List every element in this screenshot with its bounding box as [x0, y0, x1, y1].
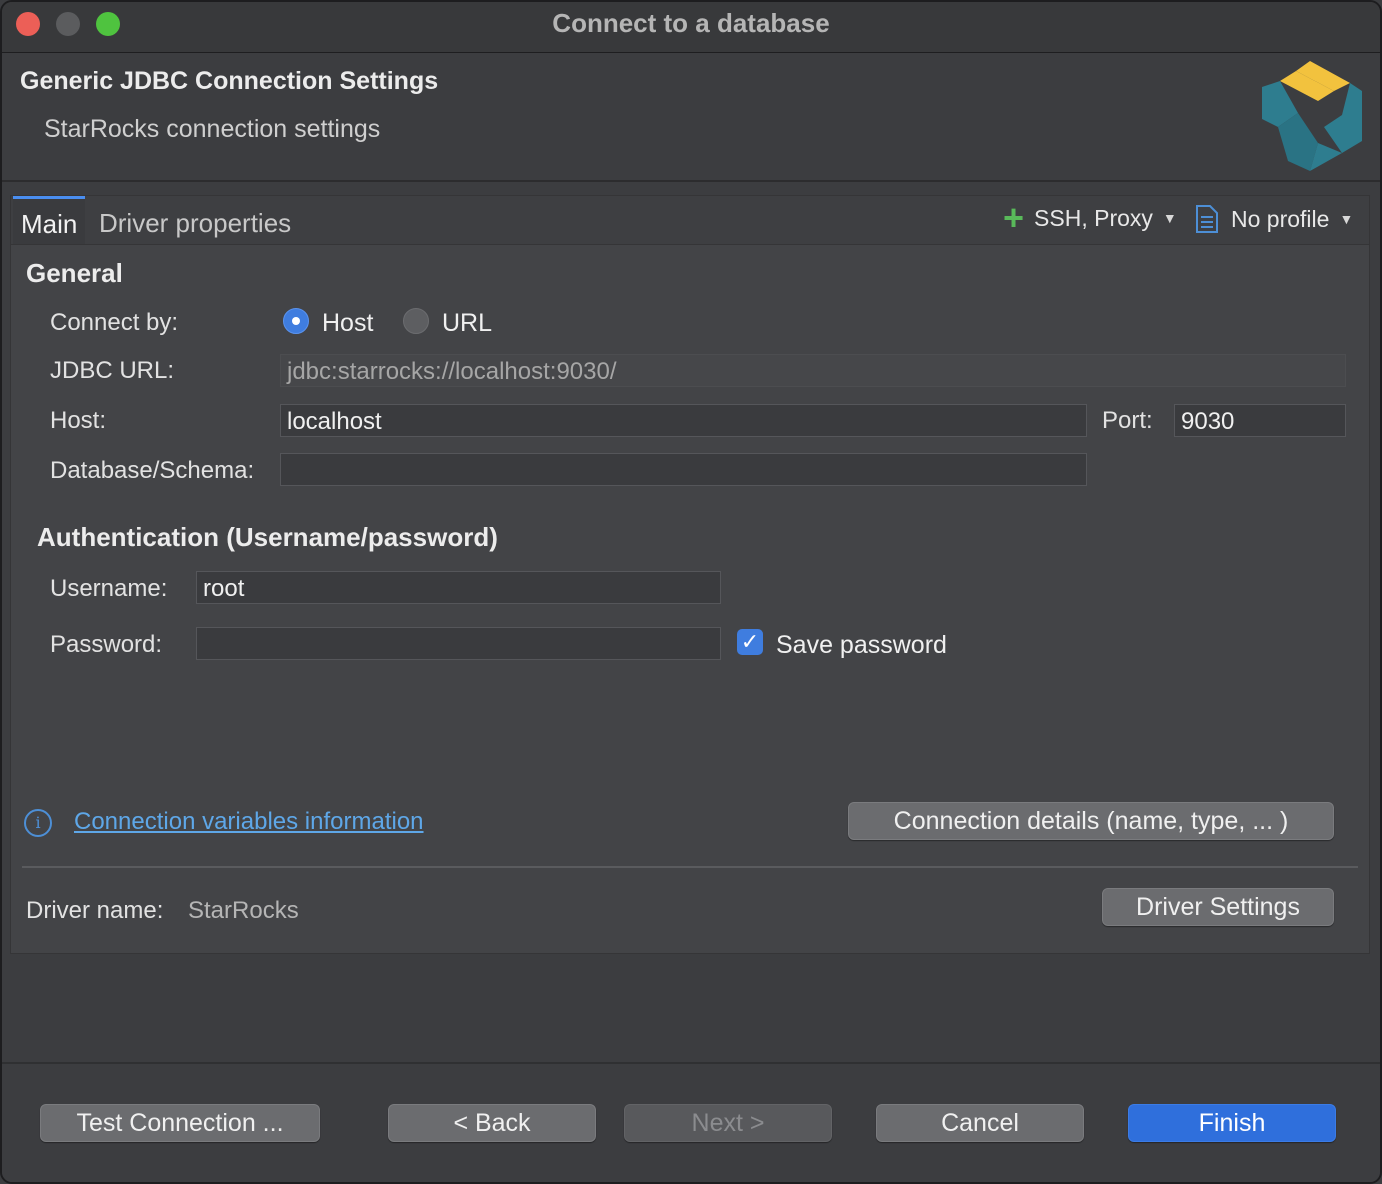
connect-dialog: Connect to a database Generic JDBC Conne… [0, 0, 1382, 1184]
jdbc-url-field[interactable]: jdbc:starrocks://localhost:9030/ [280, 354, 1346, 387]
port-label: Port: [1102, 407, 1153, 434]
driver-name-label: Driver name: [26, 897, 164, 924]
window-title: Connect to a database [552, 8, 830, 38]
dialog-header: Generic JDBC Connection Settings StarRoc… [2, 53, 1380, 182]
connection-details-button[interactable]: Connection details (name, type, ... ) [848, 802, 1334, 840]
password-label: Password: [50, 631, 163, 658]
save-password-checkbox[interactable]: ✓ [737, 629, 763, 655]
dialog-footer: Test Connection ... < Back Next > Cancel… [2, 1062, 1380, 1182]
cancel-button[interactable]: Cancel [876, 1104, 1084, 1142]
connect-by-label: Connect by: [50, 309, 179, 336]
ssh-proxy-label: SSH, Proxy [1034, 204, 1153, 231]
tab-bar: Main Driver properties + SSH, Proxy ▼ No… [11, 196, 1369, 245]
document-icon [1196, 205, 1218, 233]
next-button[interactable]: Next > [624, 1104, 832, 1142]
tab-driver-properties[interactable]: Driver properties [91, 196, 299, 244]
database-schema-label: Database/Schema: [50, 457, 255, 484]
password-field[interactable] [196, 627, 721, 660]
url-radio[interactable] [403, 308, 429, 334]
profile-label: No profile [1231, 205, 1330, 232]
plus-icon: + [1003, 197, 1025, 238]
info-icon: i [24, 809, 52, 837]
save-password-label[interactable]: Save password [776, 631, 947, 660]
connection-variables-link[interactable]: Connection variables information [74, 808, 424, 836]
general-section-title: General [26, 258, 123, 288]
database-schema-field[interactable] [280, 453, 1087, 486]
settings-panel: Main Driver properties + SSH, Proxy ▼ No… [10, 195, 1370, 954]
url-radio-label[interactable]: URL [442, 309, 492, 338]
chevron-down-icon: ▼ [1339, 211, 1354, 227]
chevron-down-icon: ▼ [1162, 210, 1177, 226]
starrocks-logo-icon [1262, 61, 1362, 171]
jdbc-url-label: JDBC URL: [50, 357, 175, 384]
username-label: Username: [50, 575, 168, 602]
divider [22, 866, 1358, 868]
host-radio-label[interactable]: Host [322, 309, 373, 338]
back-button[interactable]: < Back [388, 1104, 596, 1142]
finish-button[interactable]: Finish [1128, 1104, 1336, 1142]
username-field[interactable]: root [196, 571, 721, 604]
tab-main[interactable]: Main [13, 196, 86, 244]
test-connection-button[interactable]: Test Connection ... [40, 1104, 320, 1142]
host-radio[interactable] [283, 308, 309, 334]
page-title: Generic JDBC Connection Settings [20, 67, 439, 95]
title-bar: Connect to a database [2, 2, 1380, 53]
host-field[interactable]: localhost [280, 404, 1087, 437]
page-subtitle: StarRocks connection settings [44, 115, 381, 143]
profile-dropdown[interactable]: No profile ▼ [1195, 204, 1353, 234]
host-label: Host: [50, 407, 107, 434]
driver-settings-button[interactable]: Driver Settings [1102, 888, 1334, 926]
port-field[interactable]: 9030 [1174, 404, 1346, 437]
driver-name-value: StarRocks [188, 897, 299, 924]
authentication-section-title: Authentication (Username/password) [37, 522, 498, 552]
ssh-proxy-dropdown[interactable]: + SSH, Proxy ▼ [1003, 197, 1177, 238]
